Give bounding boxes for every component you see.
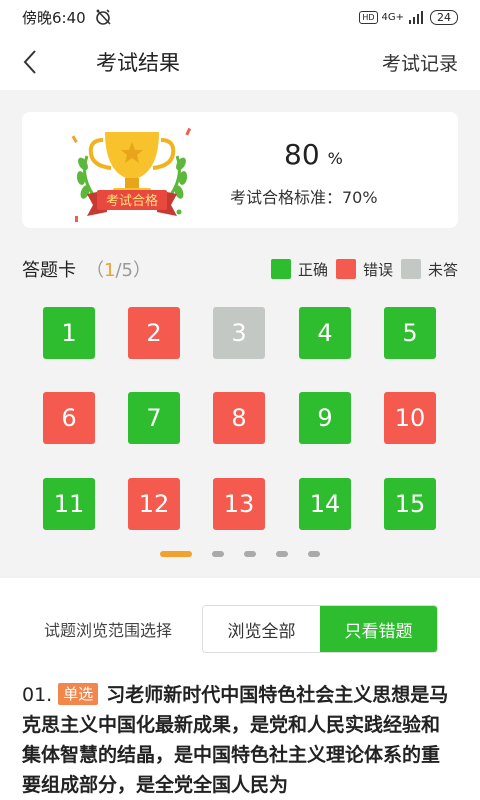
question-cell-7[interactable]: 7	[128, 392, 180, 444]
score-unit: %	[327, 149, 343, 168]
question-cell-2[interactable]: 2	[128, 307, 180, 359]
filter-label: 试题浏览范围选择	[44, 621, 173, 640]
page-open: （	[86, 260, 104, 281]
page-current: 1	[104, 260, 116, 281]
question-cell-4[interactable]: 4	[299, 307, 351, 359]
question-cell-12[interactable]: 12	[128, 478, 180, 530]
battery-icon: 24	[430, 9, 458, 25]
wrong-only-button[interactable]: 只看错题	[320, 606, 437, 652]
answer-grid: 1 2 3 4 5 6 7 8 9 10 11 12 13 14 15	[43, 307, 437, 531]
legend-label-unanswered: 未答	[427, 260, 458, 279]
page-dot[interactable]	[244, 551, 256, 557]
status-bar: 傍晚6:40 HD 4G+ 24	[0, 0, 480, 34]
back-button[interactable]	[0, 34, 60, 90]
question-cell-5[interactable]: 5	[384, 307, 436, 359]
page-dot[interactable]	[276, 551, 288, 557]
chevron-left-icon	[23, 50, 36, 74]
question-cell-10[interactable]: 10	[384, 392, 436, 444]
legend-label-wrong: 错误	[362, 260, 393, 279]
question-cell-11[interactable]: 11	[43, 478, 95, 530]
page-dot[interactable]	[212, 551, 224, 557]
legend-swatch-wrong	[335, 259, 356, 279]
network-type: 4G+	[381, 11, 405, 23]
legend: 正确 错误 未答	[270, 259, 458, 280]
pass-badge-text: 考试合格	[105, 194, 158, 209]
question-cell-9[interactable]: 9	[299, 392, 351, 444]
question-cell-14[interactable]: 14	[299, 478, 351, 530]
page-indicator-text: （1/5）	[86, 256, 151, 282]
signal-icon	[409, 11, 423, 24]
question-cell-13[interactable]: 13	[213, 478, 265, 530]
hd-icon: HD	[359, 10, 378, 24]
legend-correct: 正确	[270, 259, 328, 280]
question-cell-15[interactable]: 15	[384, 478, 436, 530]
legend-swatch-correct	[270, 259, 291, 279]
legend-wrong: 错误	[335, 259, 393, 280]
alarm-off-icon	[95, 9, 111, 25]
question-cell-3[interactable]: 3	[213, 307, 265, 359]
question-cell-6[interactable]: 6	[43, 392, 95, 444]
answer-card-header: 答题卡 （1/5） 正确 错误 未答	[22, 254, 458, 284]
pass-standard: 考试合格标准：70%	[230, 188, 378, 207]
page-title: 考试结果	[96, 51, 180, 75]
answer-card-title: 答题卡	[22, 260, 76, 281]
filter-segmented-control: 浏览全部 只看错题	[202, 605, 438, 653]
exam-records-link[interactable]: 考试记录	[382, 49, 458, 76]
question-cell-8[interactable]: 8	[213, 392, 265, 444]
question-number: 01.	[22, 684, 53, 706]
score-value: 80	[284, 138, 320, 171]
page-dots	[160, 551, 320, 557]
status-time: 傍晚6:40	[22, 8, 86, 27]
question-block: 01. 单选 习老师新时代中国特色社会主义思想是马克思主义中国化最新成果，是党和人民…	[22, 680, 458, 800]
page-dot[interactable]	[308, 551, 320, 557]
page-dot[interactable]	[160, 551, 192, 557]
page-rest: /5）	[115, 260, 151, 281]
legend-unanswered: 未答	[400, 259, 458, 280]
score-row: 80 %	[284, 138, 343, 171]
result-card: 考试合格 80 % 考试合格标准：70%	[22, 112, 458, 228]
nav-bar: 考试结果 考试记录	[0, 34, 480, 90]
legend-label-correct: 正确	[297, 260, 328, 279]
question-type-badge: 单选	[58, 683, 99, 705]
browse-all-button[interactable]: 浏览全部	[203, 606, 320, 652]
legend-swatch-unanswered	[400, 259, 421, 279]
question-cell-1[interactable]: 1	[43, 307, 95, 359]
browse-filter: 试题浏览范围选择 浏览全部 只看错题	[0, 605, 480, 653]
